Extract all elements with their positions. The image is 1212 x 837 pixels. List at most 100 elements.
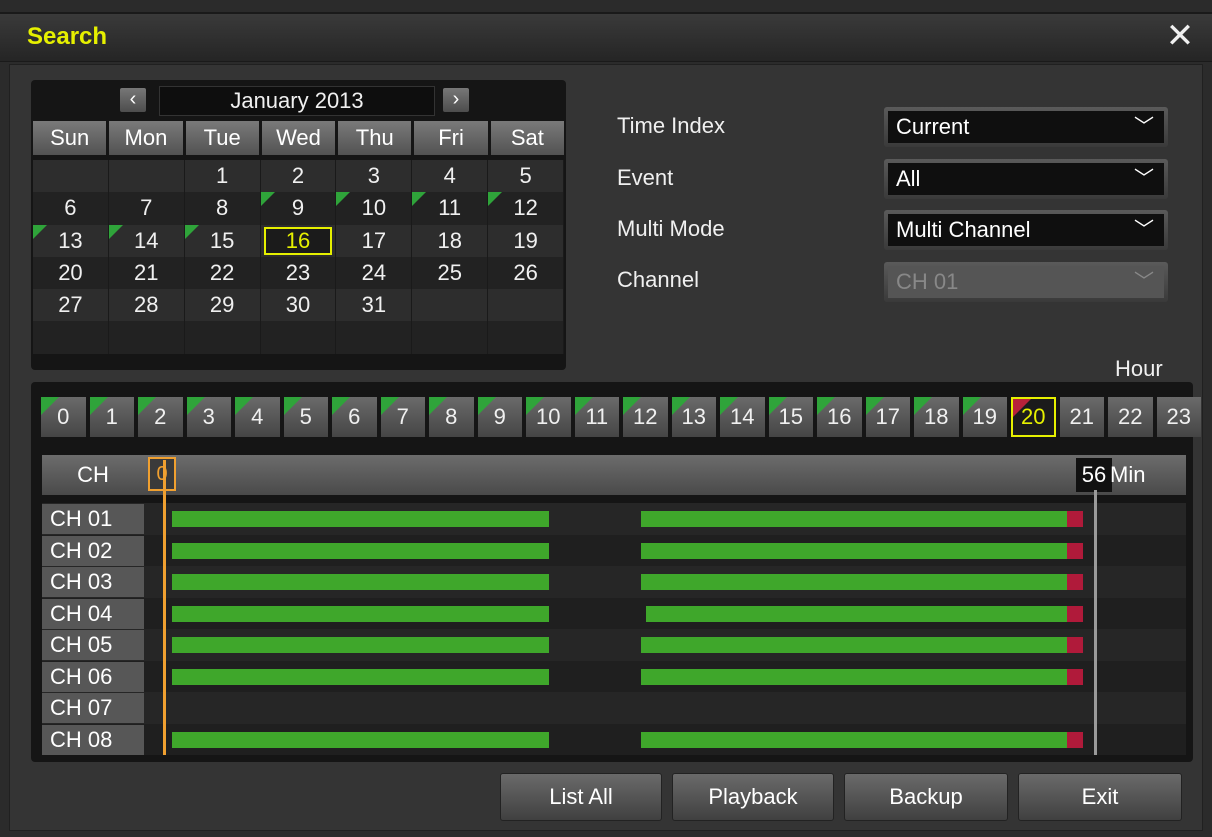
event-segment[interactable] [1066, 542, 1083, 559]
recording-segment[interactable] [172, 574, 550, 590]
channel-row[interactable]: CH 01 [42, 503, 1186, 535]
minute-end-marker[interactable]: 56 [1076, 458, 1112, 492]
calendar-day[interactable]: 6 [33, 192, 109, 225]
calendar-day[interactable]: 21 [109, 256, 185, 290]
close-icon[interactable]: ✕ [1162, 18, 1198, 54]
calendar-day[interactable]: 10 [336, 192, 413, 225]
calendar-day[interactable]: 12 [488, 192, 565, 225]
calendar-day[interactable]: 26 [488, 256, 565, 290]
hour-button-14[interactable]: 14 [720, 397, 765, 437]
backup-button[interactable]: Backup [844, 773, 1008, 821]
recording-segment[interactable] [641, 542, 1083, 559]
calendar-next-button[interactable]: › [443, 88, 469, 112]
playback-button[interactable]: Playback [672, 773, 834, 821]
calendar-day[interactable]: 11 [412, 192, 489, 225]
event-segment[interactable] [1066, 511, 1083, 527]
multi-mode-select[interactable]: Multi Channel ﹀ [884, 210, 1168, 250]
recording-segment[interactable] [172, 731, 550, 748]
exit-button[interactable]: Exit [1018, 773, 1182, 821]
hour-button-8[interactable]: 8 [429, 397, 474, 437]
calendar-day[interactable]: 25 [412, 256, 489, 290]
calendar-day[interactable]: 28 [109, 289, 185, 322]
calendar-day[interactable]: 27 [33, 289, 109, 322]
hour-button-22[interactable]: 22 [1108, 397, 1153, 437]
recording-segment[interactable] [641, 731, 1083, 748]
channel-row[interactable]: CH 07 [42, 692, 1186, 724]
event-segment[interactable] [1066, 731, 1083, 748]
channel-row[interactable]: CH 04 [42, 597, 1186, 629]
hour-button-10[interactable]: 10 [526, 397, 571, 437]
hour-button-3[interactable]: 3 [186, 397, 231, 437]
event-segment[interactable] [1066, 637, 1083, 653]
hour-button-15[interactable]: 15 [768, 397, 813, 437]
calendar-day[interactable]: 7 [109, 192, 185, 225]
recording-segment[interactable] [641, 511, 1083, 527]
hour-button-11[interactable]: 11 [574, 397, 619, 437]
minute-start-marker[interactable]: 0 [148, 457, 176, 491]
calendar-day[interactable]: 22 [185, 256, 261, 290]
calendar-day[interactable]: 15 [184, 224, 261, 257]
hour-button-12[interactable]: 12 [623, 397, 668, 437]
list-all-button[interactable]: List All [500, 773, 662, 821]
timeline-start-cursor[interactable] [163, 460, 166, 755]
event-segment[interactable] [1066, 668, 1083, 685]
channel-row[interactable]: CH 02 [42, 534, 1186, 566]
hour-button-6[interactable]: 6 [332, 397, 377, 437]
hour-button-1[interactable]: 1 [89, 397, 134, 437]
calendar-day[interactable]: 2 [261, 160, 337, 193]
hour-button-0[interactable]: 0 [41, 397, 86, 437]
hour-button-16[interactable]: 16 [817, 397, 862, 437]
calendar-day[interactable]: 9 [260, 192, 337, 225]
calendar-day[interactable]: 3 [336, 160, 413, 193]
hour-button-23[interactable]: 23 [1156, 397, 1201, 437]
recording-segment[interactable] [172, 605, 550, 622]
hour-button-9[interactable]: 9 [477, 397, 522, 437]
hour-button-4[interactable]: 4 [235, 397, 280, 437]
hour-button-17[interactable]: 17 [865, 397, 910, 437]
recording-segment[interactable] [641, 574, 1083, 590]
calendar-day[interactable]: 17 [336, 224, 413, 257]
timeline-end-cursor[interactable] [1094, 490, 1097, 755]
calendar-day[interactable]: 23 [261, 256, 337, 290]
hour-button-13[interactable]: 13 [671, 397, 716, 437]
channel-row[interactable]: CH 06 [42, 660, 1186, 692]
calendar-day[interactable]: 30 [261, 289, 337, 322]
recording-segment[interactable] [172, 637, 550, 653]
calendar-day[interactable]: 16 [261, 224, 337, 257]
recording-segment[interactable] [172, 511, 550, 527]
time-index-select[interactable]: Current ﹀ [884, 107, 1168, 147]
event-segment[interactable] [1066, 574, 1083, 590]
recording-segment[interactable] [641, 637, 1083, 653]
channel-row[interactable]: CH 03 [42, 566, 1186, 598]
recording-segment[interactable] [645, 605, 1083, 622]
calendar-day[interactable]: 18 [412, 224, 489, 257]
time-index-value: Current [896, 114, 970, 139]
hour-button-7[interactable]: 7 [380, 397, 425, 437]
hour-button-18[interactable]: 18 [914, 397, 959, 437]
event-select[interactable]: All ﹀ [884, 159, 1168, 199]
channel-row[interactable]: CH 05 [42, 629, 1186, 661]
calendar-day[interactable]: 13 [33, 224, 109, 257]
channel-timeline-grid[interactable]: CH 01 CH 02 CH 03 CH 04 CH 05 CH 06 CH 07 CH 08 [42, 503, 1186, 755]
calendar-day[interactable]: 24 [336, 256, 413, 290]
calendar-day[interactable]: 14 [108, 224, 185, 257]
calendar-day[interactable]: 20 [33, 256, 109, 290]
hour-button-20[interactable]: 20 [1011, 397, 1056, 437]
calendar-day[interactable]: 29 [185, 289, 261, 322]
recording-segment[interactable] [172, 668, 550, 685]
calendar-day[interactable]: 4 [412, 160, 489, 193]
hour-button-21[interactable]: 21 [1059, 397, 1104, 437]
hour-button-2[interactable]: 2 [138, 397, 183, 437]
calendar-day[interactable]: 1 [185, 160, 261, 193]
calendar-day[interactable]: 31 [336, 289, 413, 322]
calendar-day[interactable]: 5 [488, 160, 565, 193]
hour-button-19[interactable]: 19 [962, 397, 1007, 437]
calendar-prev-button[interactable]: ‹ [120, 88, 146, 112]
calendar-day[interactable]: 8 [185, 192, 261, 225]
event-segment[interactable] [1066, 605, 1083, 622]
calendar-day[interactable]: 19 [488, 224, 565, 257]
recording-segment[interactable] [641, 668, 1083, 685]
recording-segment[interactable] [172, 542, 550, 559]
hour-button-5[interactable]: 5 [283, 397, 328, 437]
channel-row[interactable]: CH 08 [42, 723, 1186, 755]
